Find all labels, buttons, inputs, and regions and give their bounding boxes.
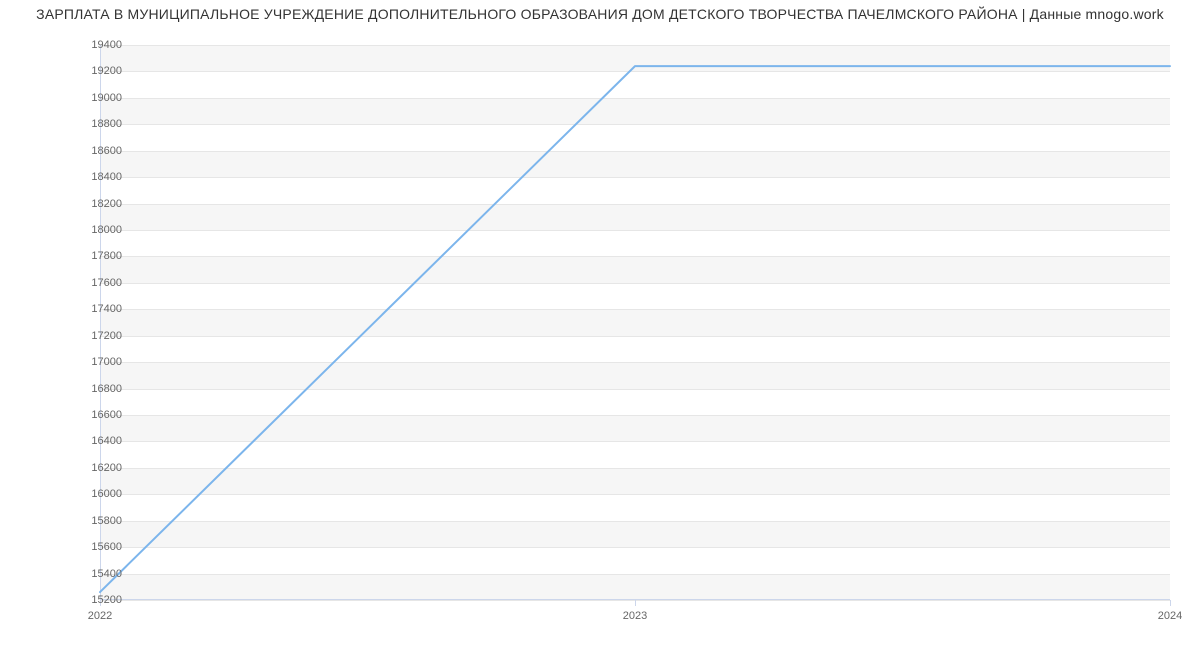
y-axis-label: 19400 xyxy=(42,39,122,51)
chart-title: ЗАРПЛАТА В МУНИЦИПАЛЬНОЕ УЧРЕЖДЕНИЕ ДОПО… xyxy=(0,6,1200,22)
y-axis-label: 16400 xyxy=(42,435,122,447)
y-axis-label: 15200 xyxy=(42,594,122,606)
y-axis-label: 18400 xyxy=(42,171,122,183)
y-axis-label: 17800 xyxy=(42,250,122,262)
y-axis-label: 15400 xyxy=(42,568,122,580)
y-axis-label: 17200 xyxy=(42,330,122,342)
y-axis-label: 19000 xyxy=(42,92,122,104)
y-axis-label: 16600 xyxy=(42,409,122,421)
y-axis-label: 19200 xyxy=(42,65,122,77)
x-axis-label: 2022 xyxy=(70,610,130,622)
y-axis-label: 16200 xyxy=(42,462,122,474)
y-axis-label: 17400 xyxy=(42,303,122,315)
chart-container: ЗАРПЛАТА В МУНИЦИПАЛЬНОЕ УЧРЕЖДЕНИЕ ДОПО… xyxy=(0,0,1200,650)
x-axis-label: 2023 xyxy=(605,610,665,622)
y-axis-label: 16000 xyxy=(42,488,122,500)
x-tick xyxy=(1170,600,1171,606)
x-axis-label: 2024 xyxy=(1140,610,1200,622)
y-axis-label: 18600 xyxy=(42,145,122,157)
y-axis-label: 18800 xyxy=(42,118,122,130)
y-axis-label: 17000 xyxy=(42,356,122,368)
y-axis-label: 18000 xyxy=(42,224,122,236)
y-axis-label: 17600 xyxy=(42,277,122,289)
series-line xyxy=(100,66,1170,592)
y-axis-label: 15800 xyxy=(42,515,122,527)
y-axis-label: 18200 xyxy=(42,198,122,210)
plot-area xyxy=(100,45,1170,600)
y-axis-label: 16800 xyxy=(42,383,122,395)
y-axis-label: 15600 xyxy=(42,541,122,553)
x-tick xyxy=(635,600,636,606)
chart-svg xyxy=(100,45,1170,600)
